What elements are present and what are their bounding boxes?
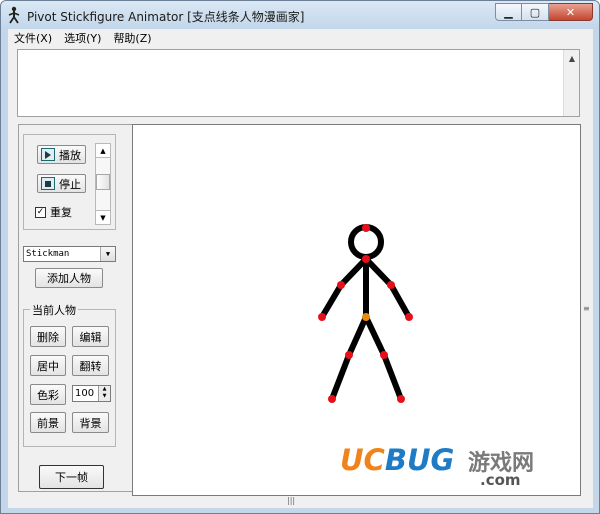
figure-right-forearm <box>388 282 412 320</box>
stop-label: 停止 <box>59 177 81 191</box>
canvas-vertical-scrollbar[interactable]: ≡ <box>581 124 593 494</box>
figure-right-thigh <box>363 314 387 358</box>
joint-neck[interactable] <box>362 255 370 263</box>
menu-bar: 文件(X) 选项(Y) 帮助(Z) <box>8 29 593 47</box>
stickman-icon <box>8 6 20 24</box>
chevron-down-icon[interactable]: ▼ <box>100 247 115 261</box>
color-button[interactable]: 色彩 <box>30 384 66 405</box>
size-value: 100 <box>75 388 95 399</box>
joint-head-top[interactable] <box>362 224 370 232</box>
close-button[interactable]: ✕ <box>549 3 593 21</box>
watermark-logo: UCBUG 游戏网 .com <box>340 443 570 489</box>
figure-right-shin <box>381 352 404 402</box>
animation-canvas[interactable]: UCBUG 游戏网 .com <box>132 124 581 496</box>
canvas-horizontal-scrollbar[interactable]: ||| <box>132 496 581 508</box>
client-area: ▲ 播放 停止 ✓ 重复 ▲ ▼ Stickman ▼ 添加人物 当前人物 删除… <box>8 47 593 508</box>
slider-up-icon[interactable]: ▲ <box>96 144 110 158</box>
figure-left-thigh <box>346 314 369 358</box>
figure-type-select[interactable]: Stickman ▼ <box>23 246 116 262</box>
center-button[interactable]: 居中 <box>30 355 66 376</box>
speed-slider[interactable]: ▲ ▼ <box>95 143 111 225</box>
repeat-label: 重复 <box>50 206 72 219</box>
slider-down-icon[interactable]: ▼ <box>96 210 110 224</box>
maximize-button[interactable]: ▢ <box>522 3 549 21</box>
watermark-brand: UCBUG <box>340 443 455 477</box>
flip-button[interactable]: 翻转 <box>72 355 109 376</box>
scroll-up-icon[interactable]: ▲ <box>564 50 580 66</box>
title-bar[interactable]: Pivot Stickfigure Animator [支点线条人物漫画家] ▁… <box>1 1 599 29</box>
play-label: 播放 <box>59 148 81 162</box>
current-figure-group-label: 当前人物 <box>30 302 78 318</box>
stickfigure[interactable] <box>133 125 581 496</box>
size-spinner[interactable]: 100 ▲ ▼ <box>72 385 111 402</box>
slider-thumb[interactable] <box>96 174 110 190</box>
scroll-grip-icon: ||| <box>287 496 296 505</box>
frame-strip[interactable]: ▲ <box>17 49 580 117</box>
joint-left-hand[interactable] <box>318 313 326 321</box>
edit-button[interactable]: 编辑 <box>72 326 109 347</box>
joint-left-elbow[interactable] <box>337 281 345 289</box>
stop-button[interactable]: 停止 <box>37 174 86 193</box>
checkmark-icon: ✓ <box>35 206 46 218</box>
figure-left-forearm <box>319 282 344 320</box>
window-controls: ▁ ▢ ✕ <box>495 3 593 21</box>
joint-right-foot[interactable] <box>397 395 405 403</box>
figure-type-value: Stickman <box>26 249 70 259</box>
joint-right-knee[interactable] <box>380 351 388 359</box>
stop-icon <box>41 177 55 190</box>
front-button[interactable]: 前景 <box>30 412 66 433</box>
delete-button[interactable]: 删除 <box>30 326 66 347</box>
minimize-button[interactable]: ▁ <box>495 3 522 21</box>
menu-help[interactable]: 帮助(Z) <box>107 30 157 46</box>
add-figure-button[interactable]: 添加人物 <box>35 268 103 288</box>
joint-left-knee[interactable] <box>345 351 353 359</box>
spin-down-icon[interactable]: ▼ <box>99 393 110 400</box>
menu-options[interactable]: 选项(Y) <box>58 30 107 46</box>
joint-left-foot[interactable] <box>328 395 336 403</box>
play-icon <box>41 148 55 161</box>
figure-left-upper-arm <box>338 256 369 288</box>
next-frame-button[interactable]: 下一帧 <box>39 465 104 489</box>
figure-right-upper-arm <box>363 256 394 288</box>
play-button[interactable]: 播放 <box>37 145 86 164</box>
repeat-checkbox[interactable]: ✓ 重复 <box>35 204 72 220</box>
scroll-grip-icon: ≡ <box>583 304 590 313</box>
app-window: Pivot Stickfigure Animator [支点线条人物漫画家] ▁… <box>0 0 600 514</box>
joint-right-elbow[interactable] <box>387 281 395 289</box>
back-button[interactable]: 背景 <box>72 412 109 433</box>
joint-right-hand[interactable] <box>405 313 413 321</box>
window-title: Pivot Stickfigure Animator [支点线条人物漫画家] <box>27 10 305 24</box>
figure-left-shin <box>329 352 352 402</box>
frame-strip-scrollbar[interactable]: ▲ <box>563 50 579 116</box>
watermark-domain: .com <box>480 471 521 489</box>
joint-hip-pivot[interactable] <box>362 313 370 321</box>
menu-file[interactable]: 文件(X) <box>8 30 58 46</box>
